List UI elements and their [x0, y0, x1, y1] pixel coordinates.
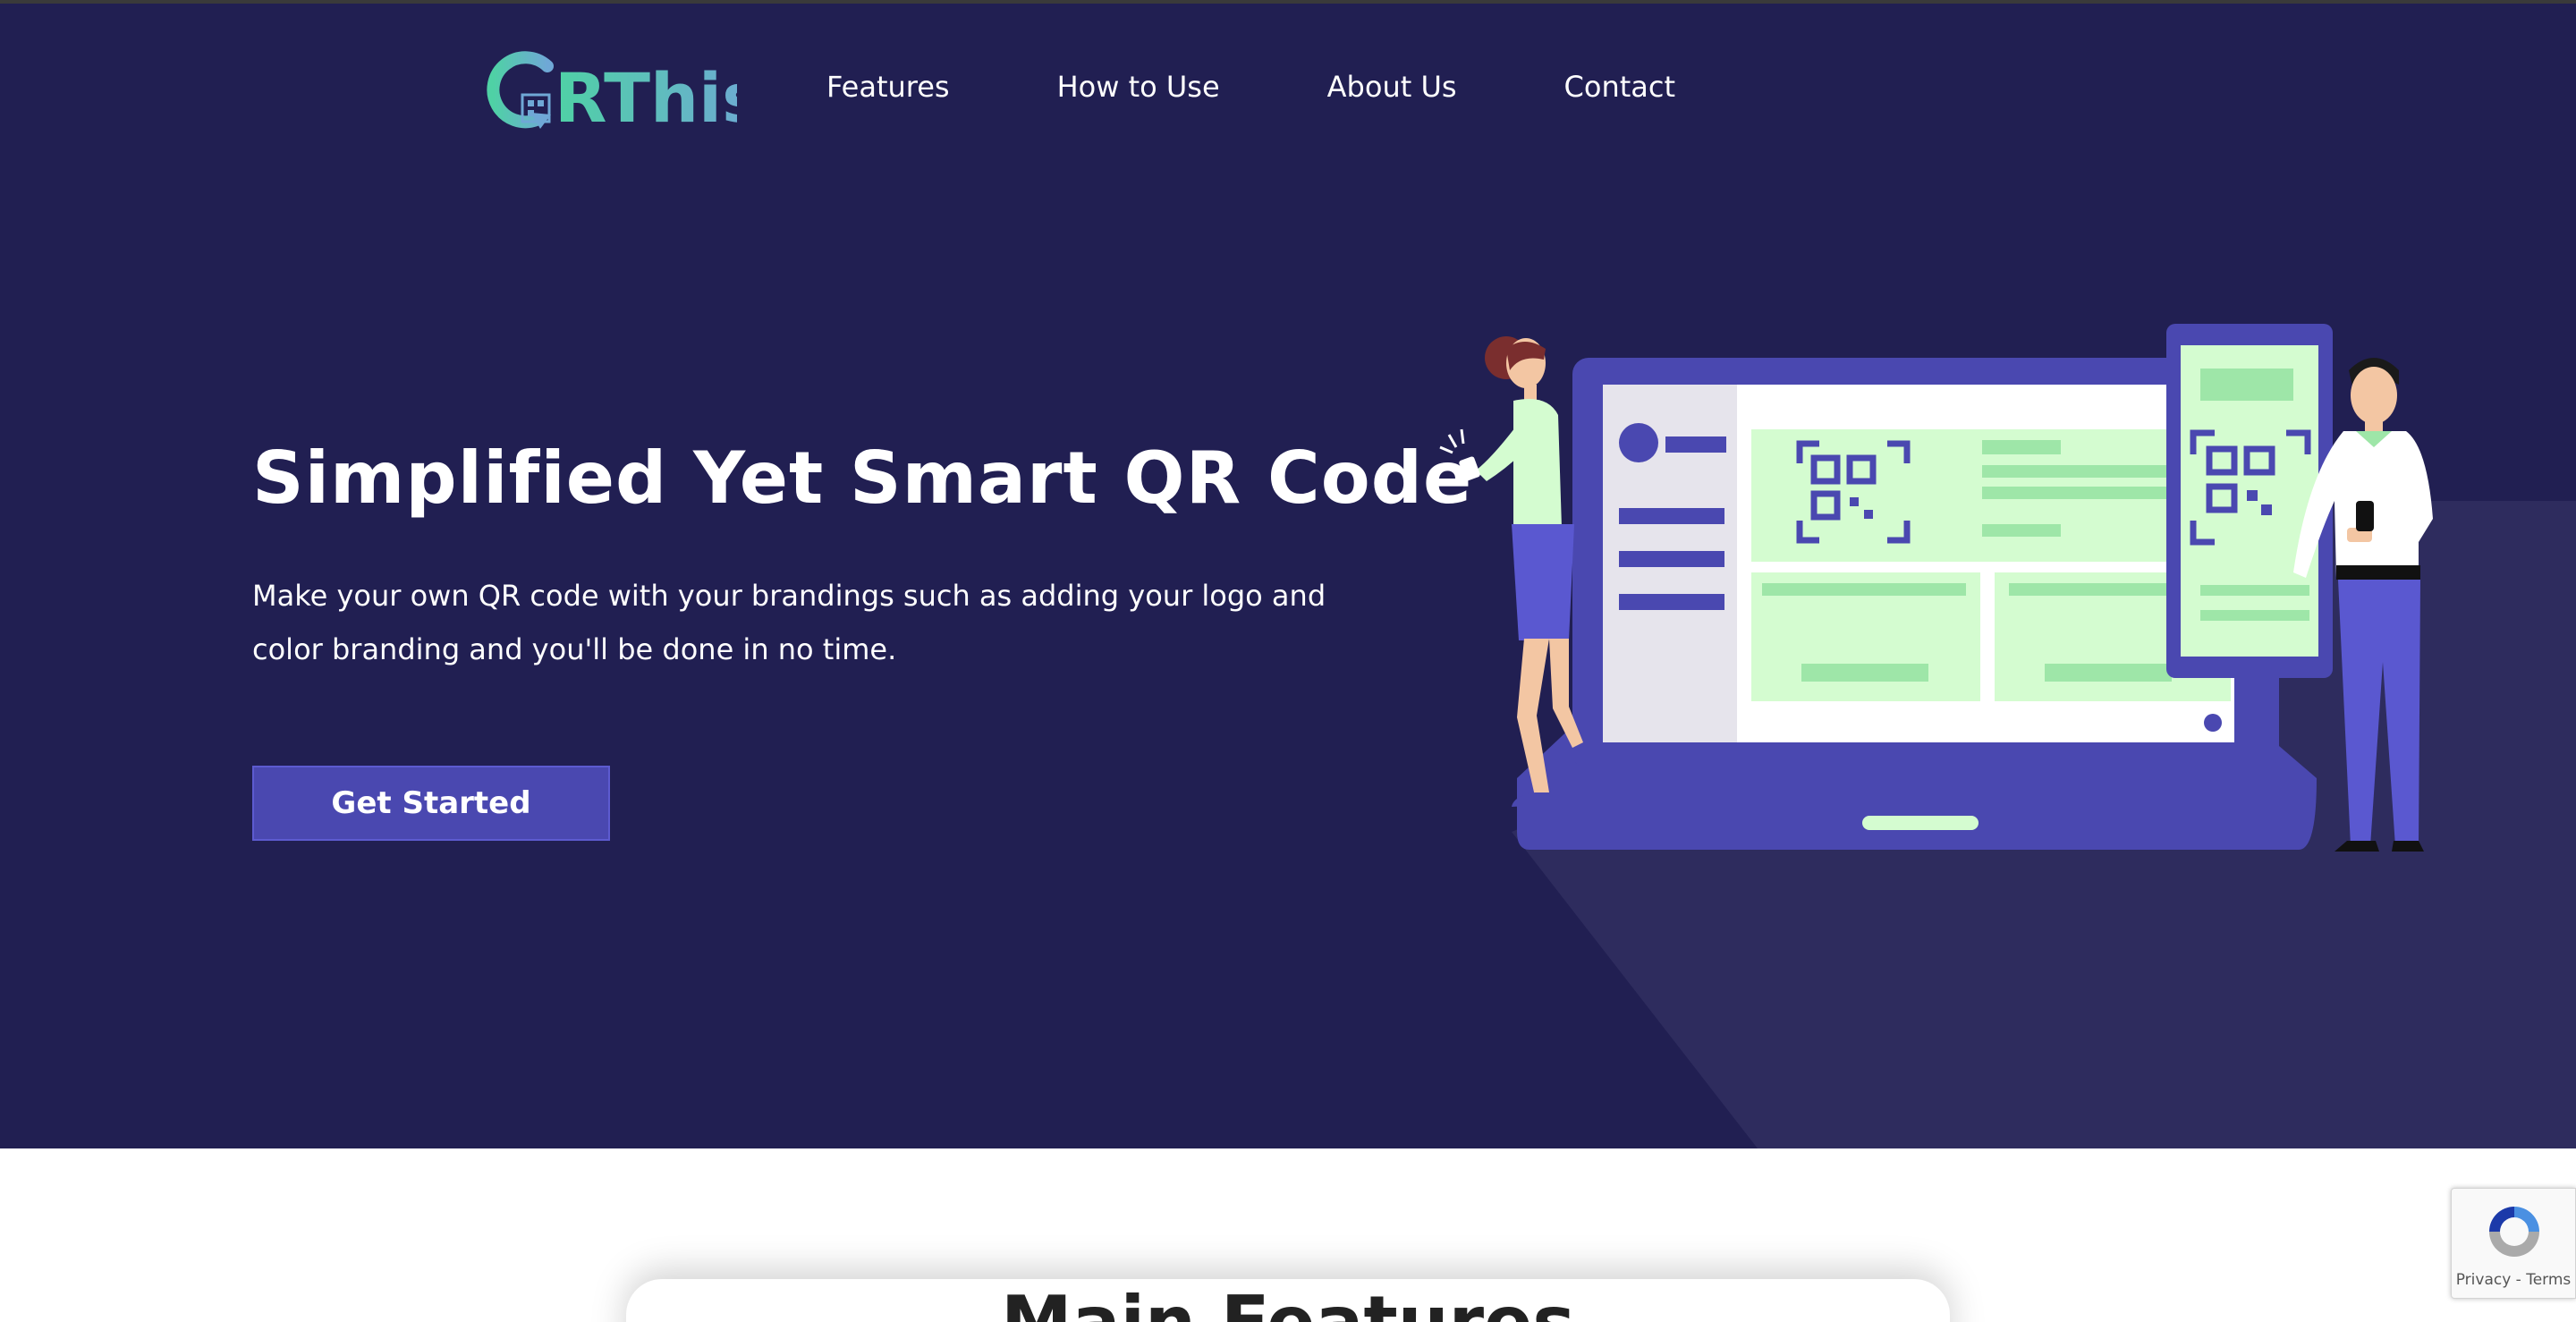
nav-about-us[interactable]: About Us — [1327, 70, 1457, 104]
nav-contact[interactable]: Contact — [1564, 70, 1676, 104]
main-nav: Features How to Use About Us Contact — [826, 64, 1675, 109]
nav-features[interactable]: Features — [826, 70, 950, 104]
features-title: Main Features — [0, 1281, 2576, 1322]
qr-logo-icon: RThis — [487, 51, 737, 132]
laptop-trackpad — [1862, 816, 1979, 830]
woman-figure — [1439, 336, 1583, 807]
site-logo[interactable]: RThis — [469, 43, 737, 132]
get-started-button[interactable]: Get Started — [252, 766, 610, 841]
hero-subtitle: Make your own QR code with your branding… — [252, 579, 1326, 666]
recaptcha-links[interactable]: Privacy - Terms — [2452, 1271, 2575, 1289]
hero-section: RThis Features How to Use About Us Conta… — [0, 0, 2576, 1148]
recaptcha-badge[interactable]: Privacy - Terms — [2451, 1188, 2576, 1299]
logo-text: RThis — [555, 58, 737, 132]
hero-title: Simplified Yet Smart QR Code — [252, 436, 1473, 520]
page: RThis Features How to Use About Us Conta… — [0, 0, 2576, 1322]
nav-how-to-use[interactable]: How to Use — [1057, 70, 1220, 104]
recaptcha-icon — [2489, 1207, 2539, 1257]
hero-illustration — [1439, 324, 2433, 852]
